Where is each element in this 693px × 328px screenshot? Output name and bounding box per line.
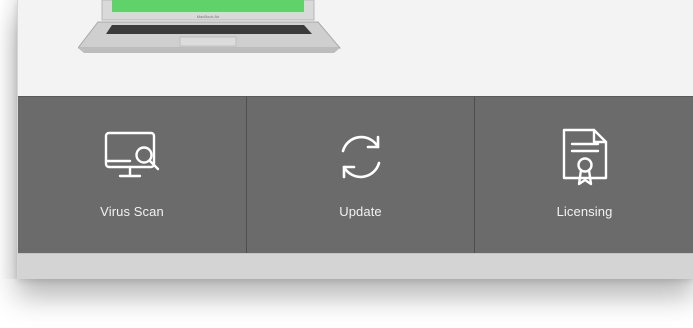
monitor-search-icon	[102, 127, 162, 187]
licensing-button[interactable]: Licensing	[474, 97, 693, 254]
update-label: Update	[339, 204, 382, 219]
laptop-illustration: MacBook Air	[78, 0, 342, 53]
licensing-label: Licensing	[556, 204, 613, 219]
virus-scan-button[interactable]: Virus Scan	[18, 97, 246, 254]
laptop-screen	[112, 0, 304, 12]
window-left-edge	[0, 0, 17, 279]
virus-scan-label: Virus Scan	[100, 204, 164, 219]
app-window: MacBook Air Virus Scan Update Licensing	[17, 0, 693, 279]
hero-area: MacBook Air	[18, 0, 693, 96]
refresh-icon	[331, 127, 391, 187]
update-button[interactable]: Update	[246, 97, 474, 254]
laptop-brand-label: MacBook Air	[197, 14, 220, 19]
footer-strip	[18, 253, 693, 279]
action-bar: Virus Scan Update Licensing	[18, 96, 693, 254]
certificate-icon	[555, 127, 615, 187]
